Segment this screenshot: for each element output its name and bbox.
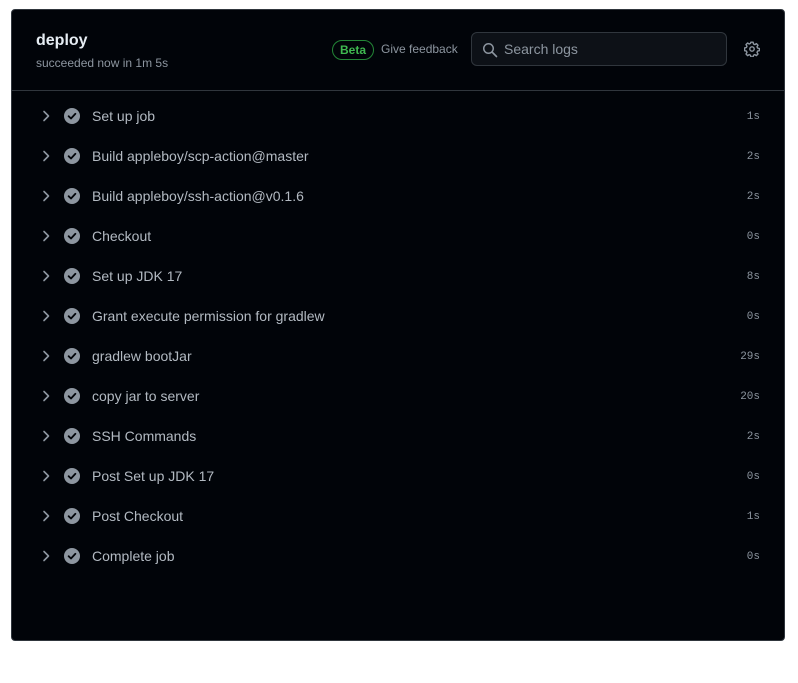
job-status: succeeded now in 1m 5s	[36, 56, 169, 70]
step-row[interactable]: Build appleboy/ssh-action@v0.1.6 2s	[12, 176, 784, 216]
step-name: Complete job	[92, 548, 175, 564]
check-circle-icon	[64, 428, 80, 444]
chevron-right-icon[interactable]	[38, 548, 54, 564]
gear-icon[interactable]	[744, 41, 760, 57]
step-row[interactable]: Set up job 1s	[12, 96, 784, 136]
chevron-right-icon[interactable]	[38, 188, 54, 204]
chevron-right-icon[interactable]	[38, 228, 54, 244]
search-icon	[483, 43, 498, 58]
check-circle-icon	[64, 508, 80, 524]
step-duration: 2s	[746, 191, 760, 203]
check-circle-icon	[64, 548, 80, 564]
step-duration: 1s	[746, 111, 760, 123]
step-name: SSH Commands	[92, 428, 197, 444]
chevron-right-icon[interactable]	[38, 468, 54, 484]
step-row[interactable]: Grant execute permission for gradlew 0s	[12, 296, 784, 336]
step-duration: 0s	[746, 471, 760, 483]
chevron-right-icon[interactable]	[38, 268, 54, 284]
step-row[interactable]: Set up JDK 17 8s	[12, 256, 784, 296]
check-circle-icon	[64, 148, 80, 164]
step-row[interactable]: Post Set up JDK 17 0s	[12, 456, 784, 496]
step-row[interactable]: gradlew bootJar 29s	[12, 336, 784, 376]
step-name: Post Checkout	[92, 508, 184, 524]
step-duration: 2s	[746, 431, 760, 443]
step-row[interactable]: Complete job 0s	[12, 536, 784, 576]
chevron-right-icon[interactable]	[38, 508, 54, 524]
step-list: Set up job 1s Build appleboy/scp-action@…	[12, 96, 784, 576]
job-log-panel: deploy succeeded now in 1m 5s Beta Give …	[11, 9, 785, 641]
check-circle-icon	[64, 108, 80, 124]
step-row[interactable]: Post Checkout 1s	[12, 496, 784, 536]
check-circle-icon	[64, 188, 80, 204]
step-name: copy jar to server	[92, 388, 200, 404]
step-row[interactable]: copy jar to server 20s	[12, 376, 784, 416]
step-duration: 0s	[746, 311, 760, 323]
chevron-right-icon[interactable]	[38, 428, 54, 444]
step-row[interactable]: SSH Commands 2s	[12, 416, 784, 456]
step-name: Grant execute permission for gradlew	[92, 308, 325, 324]
chevron-right-icon[interactable]	[38, 308, 54, 324]
step-duration: 2s	[746, 151, 760, 163]
check-circle-icon	[64, 468, 80, 484]
step-name: Post Set up JDK 17	[92, 468, 215, 484]
chevron-right-icon[interactable]	[38, 348, 54, 364]
search-box[interactable]	[471, 32, 727, 66]
step-duration: 8s	[746, 271, 760, 283]
step-duration: 0s	[746, 551, 760, 563]
chevron-right-icon[interactable]	[38, 108, 54, 124]
job-title: deploy	[36, 32, 88, 49]
step-duration: 0s	[746, 231, 760, 243]
job-header: deploy succeeded now in 1m 5s Beta Give …	[12, 10, 784, 91]
step-duration: 20s	[740, 391, 760, 403]
check-circle-icon	[64, 228, 80, 244]
chevron-right-icon[interactable]	[38, 148, 54, 164]
search-input[interactable]	[504, 33, 720, 65]
step-name: Build appleboy/scp-action@master	[92, 148, 309, 164]
step-name: Checkout	[92, 228, 152, 244]
step-name: Build appleboy/ssh-action@v0.1.6	[92, 188, 304, 204]
step-row[interactable]: Build appleboy/scp-action@master 2s	[12, 136, 784, 176]
check-circle-icon	[64, 308, 80, 324]
step-row[interactable]: Checkout 0s	[12, 216, 784, 256]
give-feedback-link[interactable]: Give feedback	[381, 42, 458, 56]
beta-badge: Beta	[332, 40, 375, 60]
chevron-right-icon[interactable]	[38, 388, 54, 404]
step-name: Set up JDK 17	[92, 268, 183, 284]
step-name: gradlew bootJar	[92, 348, 192, 364]
step-name: Set up job	[92, 108, 156, 124]
step-duration: 29s	[740, 351, 760, 363]
check-circle-icon	[64, 268, 80, 284]
check-circle-icon	[64, 388, 80, 404]
step-duration: 1s	[746, 511, 760, 523]
check-circle-icon	[64, 348, 80, 364]
